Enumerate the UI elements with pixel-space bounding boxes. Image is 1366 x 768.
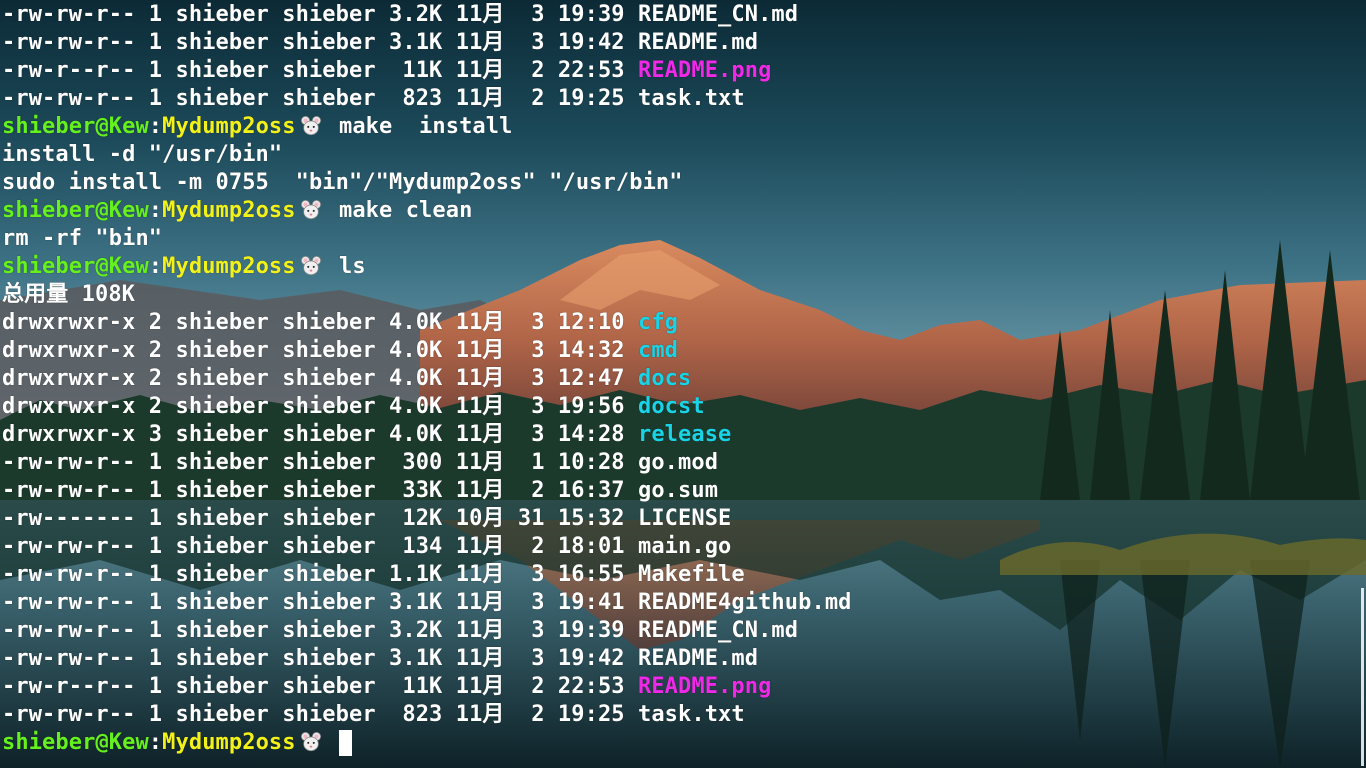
typed-command: make install [338, 114, 513, 139]
ls-entry-row: drwxrwxr-x 2 shieber shieber 4.0K 11月 3 … [2, 337, 678, 365]
file-meta: -rw-rw-r-- 1 shieber shieber 823 11月 2 1… [2, 86, 638, 111]
prompt-path: Mydump2oss [162, 114, 296, 139]
ls-entry-row: drwxrwxr-x 3 shieber shieber 4.0K 11月 3 … [2, 421, 731, 449]
file-meta: -rw-rw-r-- 1 shieber shieber 3.1K 11月 3 … [2, 590, 638, 615]
ls-entry-row: -rw-rw-r-- 1 shieber shieber 1.1K 11月 3 … [2, 561, 745, 589]
file-name: README_CN.md [637, 618, 799, 643]
file-name: README.md [637, 646, 759, 671]
ls-entry-row: -rw------- 1 shieber shieber 12K 10月 31 … [2, 505, 731, 533]
prompt-path: Mydump2oss [162, 254, 296, 279]
file-meta: drwxrwxr-x 2 shieber shieber 4.0K 11月 3 … [2, 338, 638, 363]
output-text: sudo install -m 0755 "bin"/"Mydump2oss" … [2, 170, 683, 195]
file-meta: drwxrwxr-x 2 shieber shieber 4.0K 11月 3 … [2, 310, 638, 335]
ls-entry-row: -rw-rw-r-- 1 shieber shieber 3.2K 11月 3 … [2, 1, 798, 29]
file-meta: drwxrwxr-x 2 shieber shieber 4.0K 11月 3 … [2, 366, 638, 391]
ls-entry-row: -rw-r--r-- 1 shieber shieber 11K 11月 2 2… [2, 673, 771, 701]
directory-name: docs [637, 366, 692, 391]
file-name: task.txt [637, 86, 745, 111]
directory-name: cmd [637, 338, 679, 363]
typed-command: ls [338, 254, 366, 279]
file-name: Makefile [637, 562, 745, 587]
ls-entry-row: drwxrwxr-x 2 shieber shieber 4.0K 11月 3 … [2, 365, 691, 393]
directory-name: docst [637, 394, 705, 419]
ls-entry-row: -rw-rw-r-- 1 shieber shieber 300 11月 1 1… [2, 449, 718, 477]
command-output-line: install -d "/usr/bin" [2, 141, 282, 169]
ls-entry-row: -rw-rw-r-- 1 shieber shieber 823 11月 2 1… [2, 701, 745, 729]
file-name: main.go [637, 534, 732, 559]
output-text: install -d "/usr/bin" [2, 142, 283, 167]
file-name: go.sum [637, 478, 719, 503]
mouse-face-icon [300, 199, 322, 223]
ls-entry-row: -rw-rw-r-- 1 shieber shieber 3.1K 11月 3 … [2, 29, 758, 57]
file-meta: -rw-rw-r-- 1 shieber shieber 134 11月 2 1… [2, 534, 638, 559]
prompt-separator: : [148, 730, 163, 755]
prompt-separator: : [148, 198, 163, 223]
ls-entry-row: -rw-rw-r-- 1 shieber shieber 3.1K 11月 3 … [2, 589, 852, 617]
output-text: 总用量 108K [2, 282, 136, 307]
file-meta: drwxrwxr-x 3 shieber shieber 4.0K 11月 3 … [2, 422, 638, 447]
ls-entry-row: drwxrwxr-x 2 shieber shieber 4.0K 11月 3 … [2, 393, 705, 421]
prompt-line: shieber@Kew:Mydump2oss ls [2, 253, 366, 281]
text-cursor[interactable] [338, 730, 352, 756]
prompt-user-host: shieber@Kew [2, 254, 149, 279]
prompt-user-host: shieber@Kew [2, 730, 149, 755]
output-text: rm -rf "bin" [2, 226, 163, 251]
prompt-user-host: shieber@Kew [2, 198, 149, 223]
file-name: README.md [637, 30, 759, 55]
ls-entry-row: -rw-rw-r-- 1 shieber shieber 33K 11月 2 1… [2, 477, 718, 505]
file-meta: -rw-rw-r-- 1 shieber shieber 3.1K 11月 3 … [2, 30, 638, 55]
image-file-name: README.png [637, 674, 772, 699]
file-name: README4github.md [637, 590, 852, 615]
file-meta: -rw-rw-r-- 1 shieber shieber 33K 11月 2 1… [2, 478, 638, 503]
prompt-path: Mydump2oss [162, 730, 296, 755]
file-name: task.txt [637, 702, 745, 727]
ls-entry-row: -rw-rw-r-- 1 shieber shieber 134 11月 2 1… [2, 533, 731, 561]
directory-name: cfg [637, 310, 679, 335]
file-meta: -rw-r--r-- 1 shieber shieber 11K 11月 2 2… [2, 674, 638, 699]
file-meta: -rw-rw-r-- 1 shieber shieber 3.2K 11月 3 … [2, 618, 638, 643]
file-name: LICENSE [637, 506, 732, 531]
prompt-line: shieber@Kew:Mydump2oss make install [2, 113, 512, 141]
ls-entry-row: drwxrwxr-x 2 shieber shieber 4.0K 11月 3 … [2, 309, 678, 337]
typed-command: make clean [338, 198, 473, 223]
prompt-separator: : [148, 114, 163, 139]
ls-entry-row: -rw-rw-r-- 1 shieber shieber 823 11月 2 1… [2, 85, 745, 113]
image-file-name: README.png [637, 58, 772, 83]
prompt-user-host: shieber@Kew [2, 114, 149, 139]
file-meta: -rw-rw-r-- 1 shieber shieber 823 11月 2 1… [2, 702, 638, 727]
mouse-face-icon [300, 731, 322, 755]
mouse-face-icon [300, 115, 322, 139]
ls-entry-row: -rw-rw-r-- 1 shieber shieber 3.2K 11月 3 … [2, 617, 798, 645]
prompt-path: Mydump2oss [162, 198, 296, 223]
file-meta: -rw-rw-r-- 1 shieber shieber 300 11月 1 1… [2, 450, 638, 475]
command-output-line: 总用量 108K [2, 281, 135, 309]
command-output-line: rm -rf "bin" [2, 225, 162, 253]
ls-entry-row: -rw-r--r-- 1 shieber shieber 11K 11月 2 2… [2, 57, 771, 85]
prompt-line: shieber@Kew:Mydump2oss make clean [2, 197, 472, 225]
ls-entry-row: -rw-rw-r-- 1 shieber shieber 3.1K 11月 3 … [2, 645, 758, 673]
prompt-separator: : [148, 254, 163, 279]
command-output-line: sudo install -m 0755 "bin"/"Mydump2oss" … [2, 169, 683, 197]
file-meta: -rw-r--r-- 1 shieber shieber 11K 11月 2 2… [2, 58, 638, 83]
file-meta: -rw------- 1 shieber shieber 12K 10月 31 … [2, 506, 638, 531]
active-prompt-line: shieber@Kew:Mydump2oss [2, 729, 352, 757]
file-name: go.mod [637, 450, 719, 475]
terminal-window[interactable]: -rw-rw-r-- 1 shieber shieber 3.2K 11月 3 … [0, 0, 1366, 768]
mouse-face-icon [300, 255, 322, 279]
directory-name: release [637, 422, 732, 447]
file-meta: -rw-rw-r-- 1 shieber shieber 3.2K 11月 3 … [2, 2, 638, 27]
file-meta: -rw-rw-r-- 1 shieber shieber 1.1K 11月 3 … [2, 562, 638, 587]
file-name: README_CN.md [637, 2, 799, 27]
file-meta: -rw-rw-r-- 1 shieber shieber 3.1K 11月 3 … [2, 646, 638, 671]
file-meta: drwxrwxr-x 2 shieber shieber 4.0K 11月 3 … [2, 394, 638, 419]
scrollbar-thumb[interactable] [1361, 588, 1364, 766]
